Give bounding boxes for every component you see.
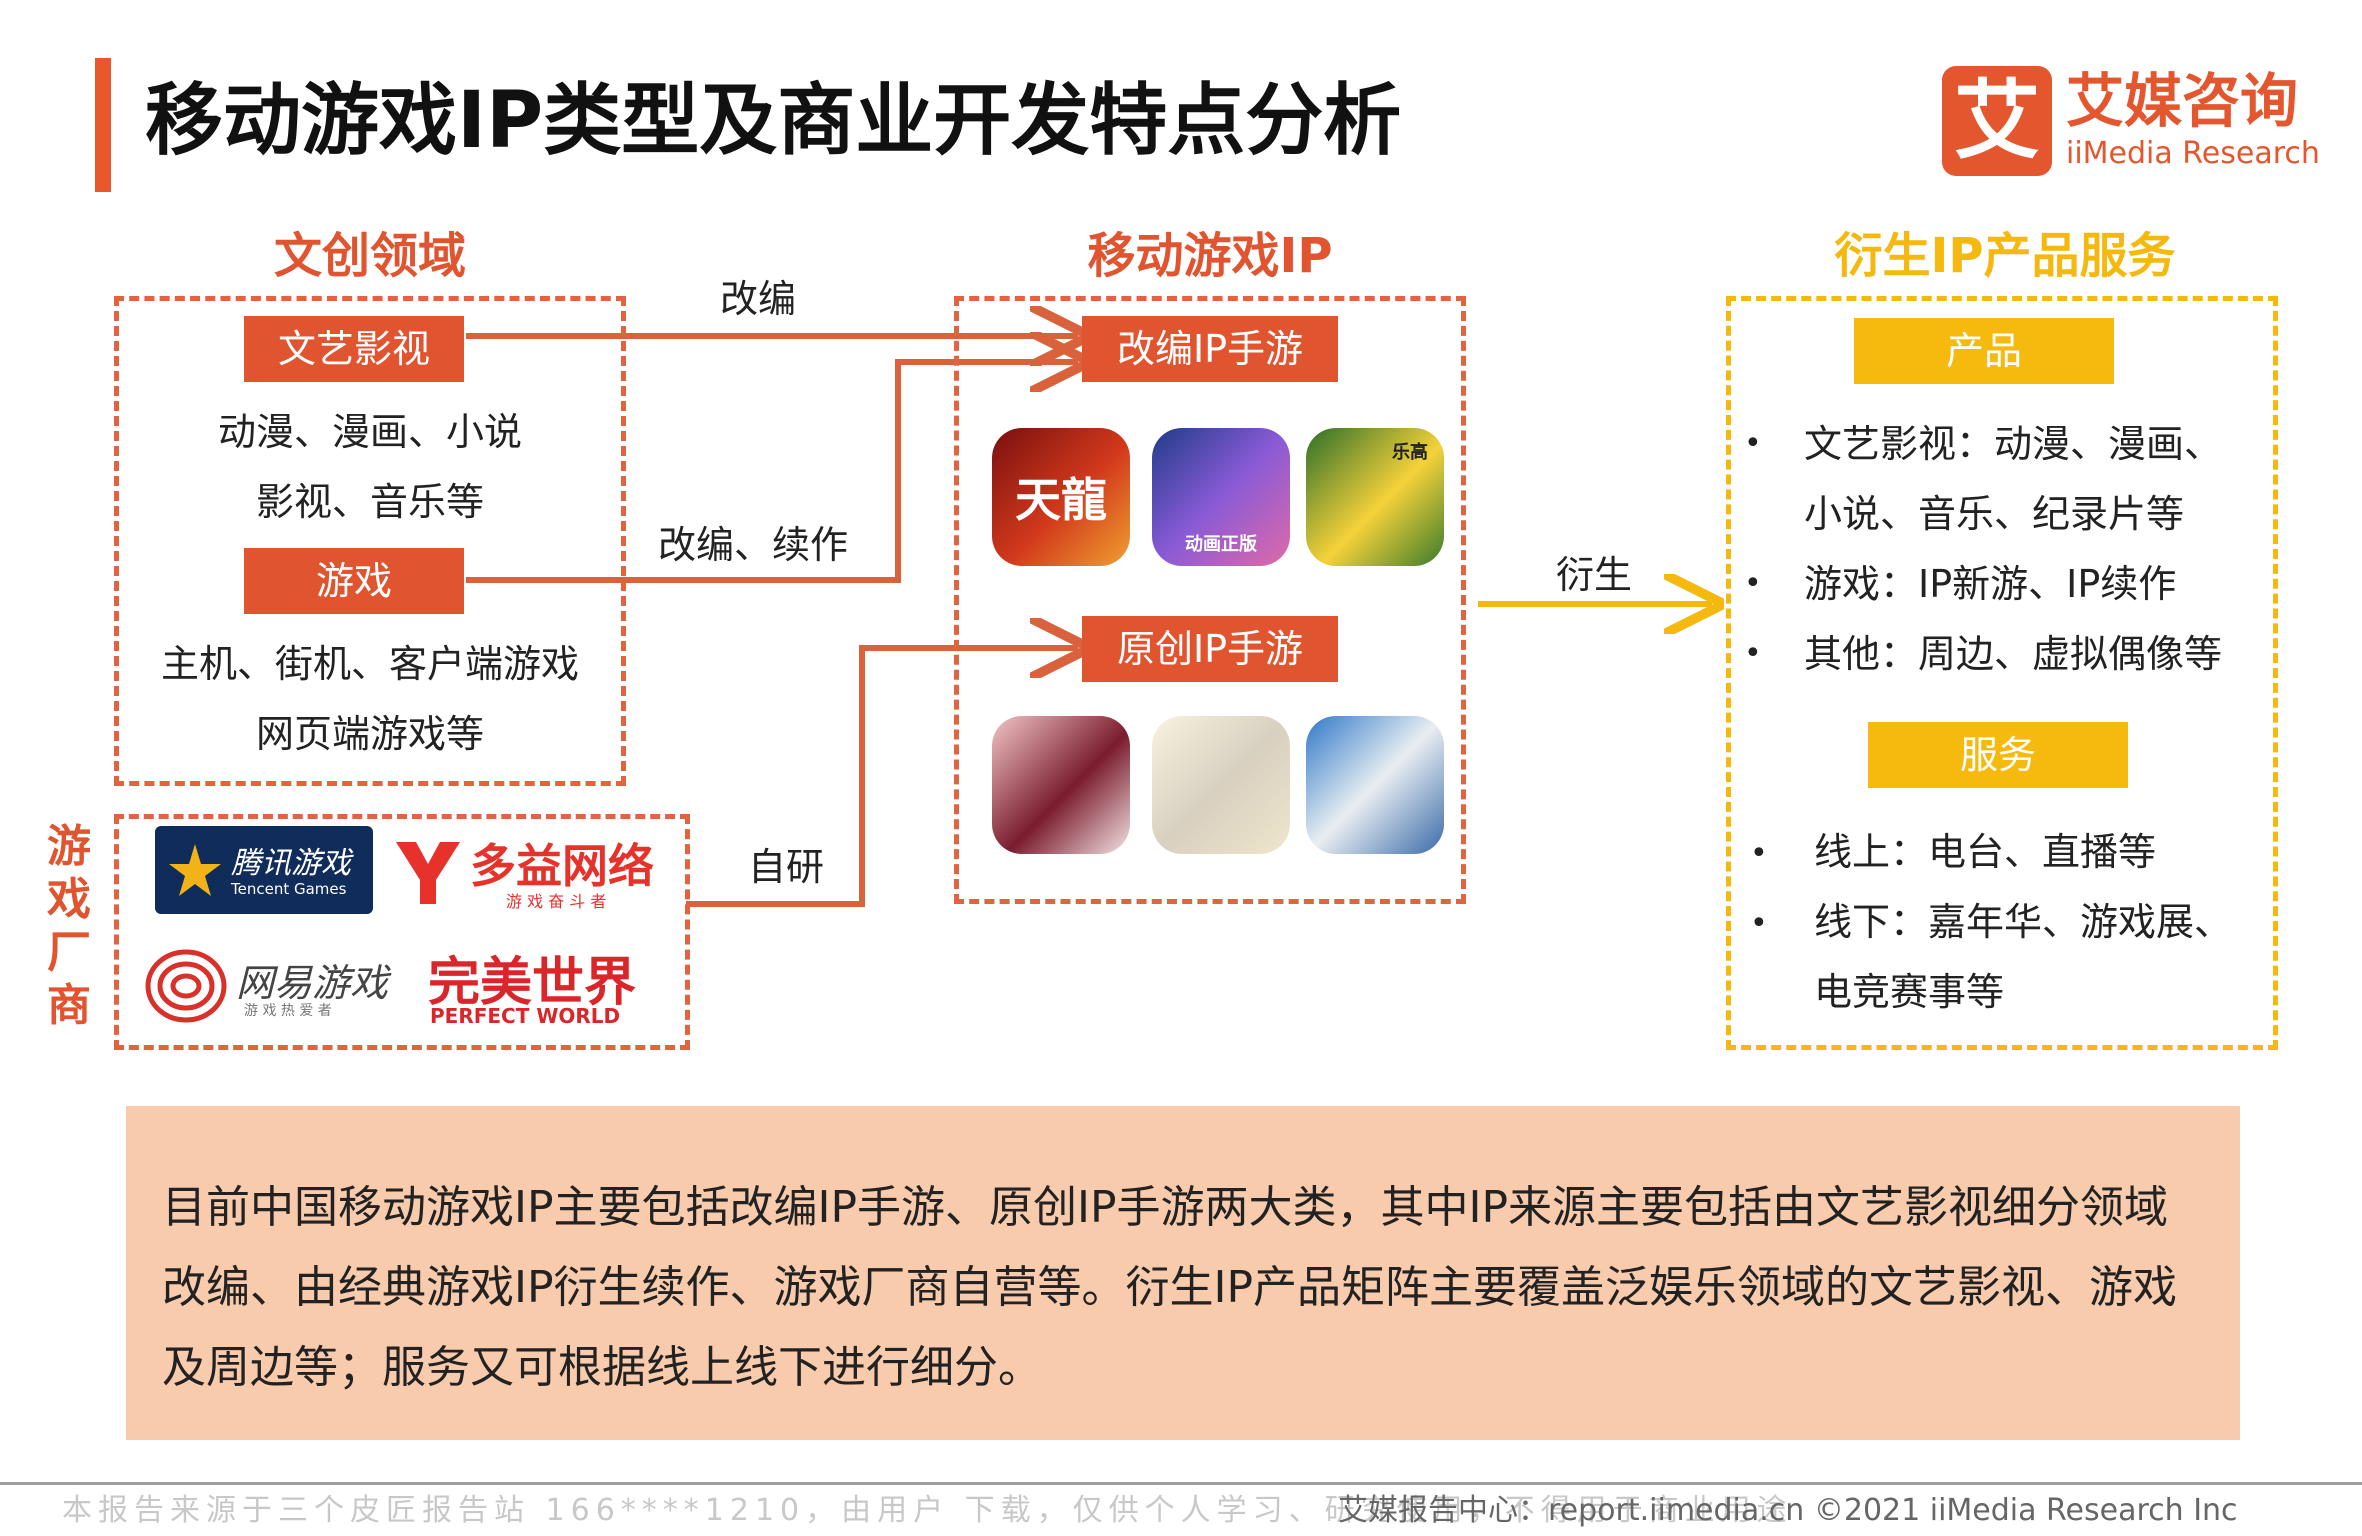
bullet-dot: •	[1744, 426, 1762, 461]
onmyoji-girl-game-icon	[992, 716, 1130, 854]
panda-game-icon	[1306, 716, 1444, 854]
duoyi-logo: 多益网络 游 戏 奋 斗 者	[390, 828, 680, 914]
product-item-1-cont: 小说、音乐、纪录片等	[1804, 492, 2185, 536]
film-tv-line-2: 影视、音乐等	[255, 480, 484, 524]
netease-swirl-icon	[145, 949, 227, 1023]
tianlong-game-icon: 天龍	[992, 428, 1130, 566]
tag-games: 游戏	[244, 548, 464, 614]
tencent-sub: Tencent Games	[231, 880, 347, 898]
netease-sub: 游 戏 热 爱 者	[244, 1003, 332, 1019]
tencent-games-logo: 腾讯游戏 Tencent Games	[155, 826, 373, 914]
tag-film-tv-arts: 文艺影视	[244, 316, 464, 382]
bullet-dot: •	[1750, 906, 1768, 941]
bullet-dot: •	[1744, 636, 1762, 671]
product-item-2: 游戏：IP新游、IP续作	[1804, 562, 2177, 606]
lego-game-icon: 乐高	[1306, 428, 1444, 566]
left-section-title: 文创领域	[273, 228, 466, 284]
bullet-dot: •	[1744, 566, 1762, 601]
perfect-world-sub: PERFECT WORLD	[430, 1004, 621, 1028]
tianlong-icon-text: 天龍	[1015, 473, 1107, 527]
tag-services: 服务	[1868, 722, 2128, 788]
label-adapt-sequel: 改编、续作	[658, 523, 849, 567]
label-derive: 衍生	[1556, 553, 1633, 597]
games-line-2: 网页端游戏等	[255, 712, 484, 756]
perfect-world-logo: 完美世界 PERFECT WORLD	[422, 940, 678, 1032]
white-hair-anime-game-icon	[1152, 716, 1290, 854]
duoyi-y-icon	[396, 842, 460, 904]
duoyi-name: 多益网络	[470, 839, 654, 893]
service-item-1: 线上：电台、直播等	[1814, 830, 2157, 874]
service-item-2-cont: 电竞赛事等	[1814, 970, 2005, 1014]
summary-text: 目前中国移动游戏IP主要包括改编IP手游、原创IP手游两大类，其中IP来源主要包…	[126, 1106, 2240, 1440]
label-adapt: 改编	[720, 277, 797, 321]
duoyi-sub: 游 戏 奋 斗 者	[506, 892, 607, 911]
tag-products: 产品	[1854, 318, 2114, 384]
tag-adapted-ip-games: 改编IP手游	[1082, 316, 1338, 382]
service-item-2: 线下：嘉年华、游戏展、	[1814, 900, 2233, 944]
label-self-dev: 自研	[748, 845, 825, 889]
footer-divider	[0, 1482, 2362, 1485]
lego-icon-text: 乐高	[1392, 442, 1428, 463]
tag-original-ip-games: 原创IP手游	[1082, 616, 1338, 682]
product-item-1: 文艺影视：动漫、漫画、	[1804, 422, 2223, 466]
games-line-1: 主机、街机、客户端游戏	[160, 642, 579, 686]
anime-fighter-game-icon: 动画正版	[1152, 428, 1290, 566]
game-studios-label: 游戏厂商	[47, 821, 91, 1031]
netease-name: 网易游戏	[236, 961, 389, 1005]
footer-source: 艾媒报告中心：report.iimedia.cn ©2021 iiMedia R…	[1338, 1493, 2238, 1528]
bullet-dot: •	[1750, 836, 1768, 871]
middle-section-title: 移动游戏IP	[1087, 228, 1333, 284]
netease-games-logo: 网易游戏 游 戏 热 爱 者	[140, 938, 404, 1030]
tencent-name: 腾讯游戏	[231, 846, 351, 881]
anime-icon-text: 动画正版	[1185, 534, 1257, 555]
product-item-3: 其他：周边、虚拟偶像等	[1804, 632, 2223, 676]
film-tv-line-1: 动漫、漫画、小说	[217, 410, 522, 454]
right-section-title: 衍生IP产品服务	[1834, 228, 2176, 284]
tencent-star-icon	[169, 844, 221, 896]
